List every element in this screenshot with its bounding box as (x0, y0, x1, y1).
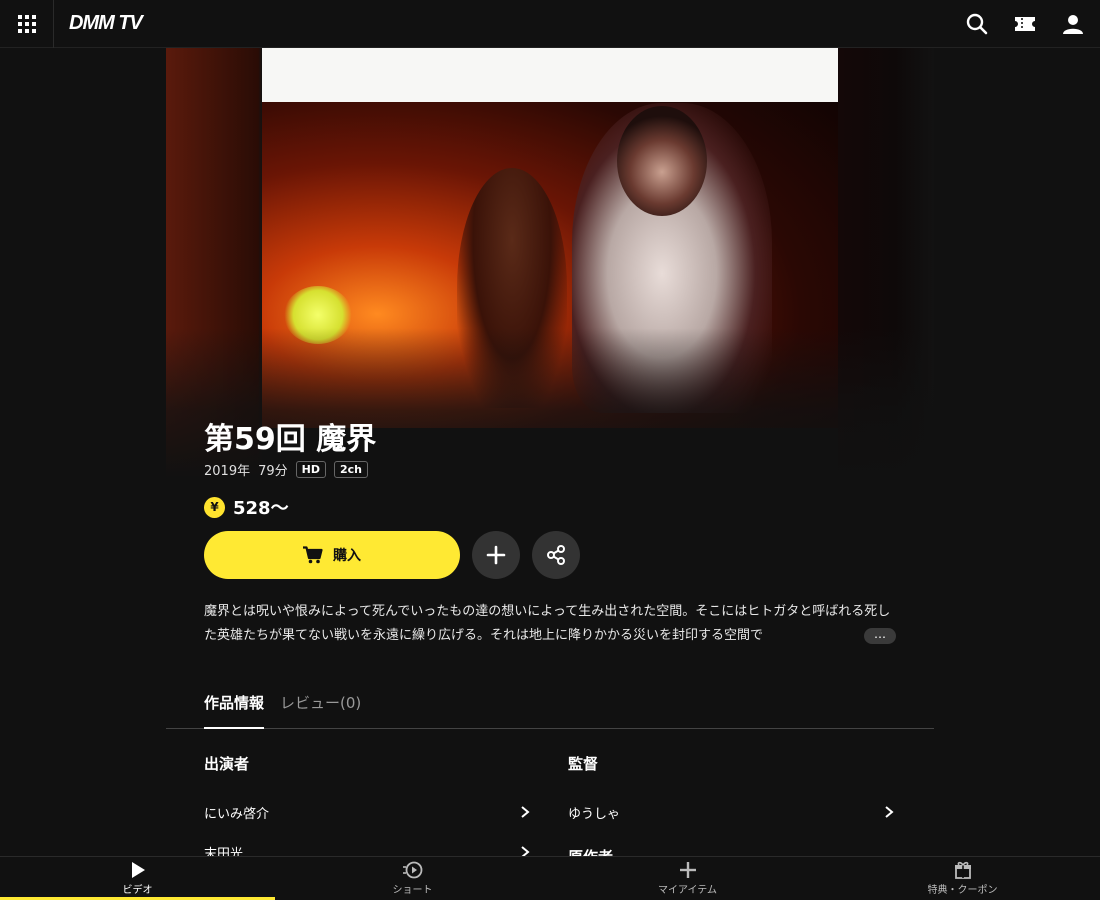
director-column: 監督 ゆうしゃ 原作者 (568, 753, 896, 856)
ticket-icon (1015, 16, 1035, 31)
hd-badge: HD (295, 461, 326, 478)
nav-benefits-label: 特典・クーポン (927, 885, 998, 896)
director-heading: 監督 (568, 755, 599, 773)
add-to-list-button[interactable] (472, 531, 520, 579)
bottom-navigation: ビデオ ショート マイアイテム 特典・クーポン (0, 856, 1100, 900)
yen-icon: ¥ (204, 496, 225, 518)
grid-menu-button[interactable] (0, 0, 54, 48)
release-year: 2019年 (204, 464, 251, 479)
nav-video[interactable]: ビデオ (0, 857, 275, 900)
ticket-button[interactable] (1012, 11, 1038, 37)
plus-icon (486, 545, 506, 565)
search-button[interactable] (964, 11, 990, 37)
detail-tabs: 作品情報 レビュー(0) (166, 680, 934, 729)
tab-work-info[interactable]: 作品情報 (204, 680, 265, 729)
search-icon (966, 13, 988, 34)
original-author-heading: 原作者 (568, 846, 896, 856)
cast-name: 末田光 (204, 846, 244, 857)
nav-short[interactable]: ショート (275, 857, 550, 900)
short-video-icon (402, 861, 422, 879)
nav-my-items[interactable]: マイアイテム (550, 857, 825, 900)
nav-video-label: ビデオ (122, 885, 153, 896)
video-meta: 2019年 79分 HD 2ch (204, 460, 368, 479)
cast-name: にいみ啓介 (204, 806, 270, 822)
director-name: ゆうしゃ (568, 806, 621, 822)
audio-badge: 2ch (333, 461, 368, 478)
cast-heading: 出演者 (204, 755, 250, 773)
action-buttons: 購入 (204, 531, 580, 579)
share-button[interactable] (532, 531, 580, 579)
chevron-right-icon (521, 806, 530, 818)
video-description: 魔界とは呪いや恨みによって死んでいったもの達の想いによって生み出された空間。そこ… (204, 604, 891, 643)
cast-item[interactable]: 末田光 (204, 832, 532, 856)
thumbnail-top-band (262, 48, 838, 102)
expand-description-button[interactable]: … (864, 628, 896, 644)
gift-icon (954, 861, 971, 879)
tab-reviews[interactable]: レビュー(0) (280, 680, 361, 729)
cast-item[interactable]: にいみ啓介 (204, 792, 532, 832)
dmm-tv-logo[interactable]: DMM TV (69, 12, 143, 35)
price-row: ¥ 528〜 (204, 494, 289, 520)
nav-short-label: ショート (392, 885, 433, 896)
nav-benefits-coupons[interactable]: 特典・クーポン (825, 857, 1100, 900)
play-icon (131, 862, 145, 878)
detail-content: 第59回 魔界 2019年 79分 HD 2ch ¥ 528〜 購入 魔界とは呪… (166, 48, 934, 856)
share-icon (547, 545, 565, 565)
nav-my-items-label: マイアイテム (658, 885, 717, 896)
chevron-right-icon (521, 846, 530, 856)
top-header: DMM TV (0, 0, 1100, 48)
grid-menu-icon (17, 14, 36, 33)
account-button[interactable] (1060, 11, 1086, 37)
user-icon (1063, 14, 1083, 34)
cart-icon (303, 546, 323, 564)
video-title: 第59回 魔界 (204, 422, 377, 457)
thumbnail-figure-head (617, 106, 707, 216)
buy-button-label: 購入 (333, 548, 361, 564)
chevron-right-icon (885, 806, 894, 818)
work-info-section: 出演者 にいみ啓介 末田光 監督 ゆうしゃ 原作者 (204, 753, 896, 856)
cast-column: 出演者 にいみ啓介 末田光 (204, 753, 532, 856)
plus-icon (679, 862, 696, 878)
director-item[interactable]: ゆうしゃ (568, 792, 896, 832)
duration: 79分 (258, 464, 288, 479)
buy-button[interactable]: 購入 (204, 531, 460, 579)
price-value: 528〜 (233, 498, 289, 519)
